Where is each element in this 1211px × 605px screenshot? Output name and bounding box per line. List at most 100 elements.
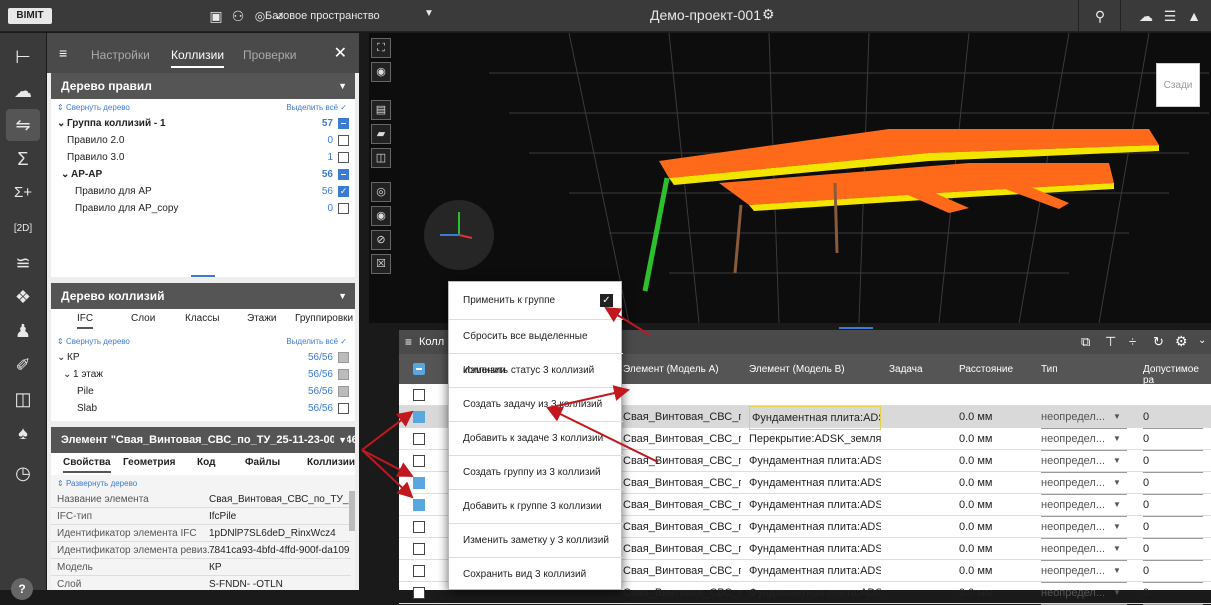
folder-icon[interactable]: ◫ xyxy=(6,383,40,415)
type-select[interactable]: неопредел... ▼ xyxy=(1041,450,1127,473)
menu-item-apply-to-group[interactable]: Применить к группе ✓ xyxy=(449,282,623,320)
eye-off-icon[interactable]: ⊘ xyxy=(371,230,391,250)
expand-tree-link[interactable]: ⇕ Развернуть дерево xyxy=(57,479,137,488)
menu-icon[interactable]: ≡ xyxy=(59,45,67,61)
menu-item-reset-selected[interactable]: Сбросить все выделенные коллизии xyxy=(449,320,623,376)
sum-plus-icon[interactable]: Σ+ xyxy=(6,177,40,209)
chevron-down-icon[interactable]: ▼ xyxy=(1113,538,1121,560)
target-icon[interactable]: ◉ xyxy=(371,62,391,82)
type-select[interactable]: неопредел... ▼ xyxy=(1041,538,1127,561)
row-checkbox[interactable] xyxy=(413,433,425,445)
menu-icon[interactable]: ≡ xyxy=(405,335,412,349)
tab-code[interactable]: Код xyxy=(197,457,215,468)
measure-icon[interactable]: ▤ xyxy=(371,100,391,120)
tree-row[interactable]: Правило для АР_copy 0 xyxy=(51,200,355,217)
menu-item-add-to-task[interactable]: Добавить к задаче 3 коллизии xyxy=(449,422,623,456)
chevron-down-icon[interactable]: ▼ xyxy=(1113,494,1121,516)
tree-row[interactable]: Правило 3.0 1 xyxy=(51,149,355,166)
refresh-icon[interactable]: ↻ xyxy=(1153,334,1164,350)
select-all-checkbox[interactable] xyxy=(413,363,425,375)
close-icon[interactable]: ✕ xyxy=(334,43,347,63)
type-select[interactable]: неопредел... ▼ xyxy=(1041,494,1127,517)
chevron-down-icon[interactable]: ▼ xyxy=(424,8,434,19)
puzzle-icon[interactable]: ❖ xyxy=(6,281,40,313)
settings-icon[interactable]: ⚙ xyxy=(1175,333,1188,350)
type-select[interactable]: неопредел... ▼ xyxy=(1041,472,1127,495)
search-icon[interactable]: ⚲ xyxy=(1092,8,1108,24)
row-checkbox[interactable] xyxy=(413,543,425,555)
chevron-down-icon[interactable]: ⌄ xyxy=(57,115,65,132)
tab-layers[interactable]: Слои xyxy=(131,313,155,324)
chevron-down-icon[interactable]: ▼ xyxy=(338,283,347,309)
settings-icon[interactable]: ⚙ xyxy=(762,6,775,23)
user-location-icon[interactable]: ♠ xyxy=(6,417,40,449)
row-checkbox[interactable] xyxy=(413,389,425,401)
tree-row-checkbox[interactable] xyxy=(338,352,349,363)
tree-row-checkbox[interactable] xyxy=(338,203,349,214)
tolerance-input[interactable]: 0 xyxy=(1143,538,1203,561)
tab-geometry[interactable]: Геометрия xyxy=(123,457,176,468)
tolerance-input[interactable]: 0 xyxy=(1143,472,1203,495)
tab-properties[interactable]: Свойства xyxy=(63,457,111,473)
tolerance-input[interactable]: 0 xyxy=(1143,428,1203,451)
type-select[interactable]: неопредел... ▼ xyxy=(1041,428,1127,451)
resize-handle[interactable] xyxy=(191,275,215,277)
tree-row-checkbox[interactable] xyxy=(338,403,349,414)
tab-settings[interactable]: Настройки xyxy=(91,48,150,62)
layers-icon[interactable]: ≌ xyxy=(6,247,40,279)
row-checkbox[interactable] xyxy=(413,499,425,511)
tolerance-input[interactable]: 0 xyxy=(1143,406,1203,429)
eye-icon[interactable]: ◉ xyxy=(371,206,391,226)
tree-row[interactable]: Правило 2.0 0 xyxy=(51,132,355,149)
select-all-link[interactable]: Выделить всё ✓ xyxy=(286,337,347,346)
column-header[interactable]: Элемент (Модель А) xyxy=(623,364,719,375)
type-select[interactable]: неопредел... ▼ xyxy=(1041,560,1127,583)
tab-ifc[interactable]: IFC xyxy=(77,313,94,329)
chevron-down-icon[interactable]: ▼ xyxy=(1113,406,1121,428)
element-header[interactable]: Элемент "Свая_Винтовая_СВС_по_ТУ_25-11-2… xyxy=(51,427,355,453)
align-icon[interactable]: ⊤ xyxy=(1105,334,1116,350)
space-selector[interactable]: Базовое пространство xyxy=(265,10,380,22)
chevron-down-icon[interactable]: ▼ xyxy=(1113,516,1121,538)
tree-row[interactable]: ⌄ АР-АР 56 xyxy=(51,166,355,183)
tab-files[interactable]: Файлы xyxy=(245,457,280,468)
split-icon[interactable]: ÷ xyxy=(1129,334,1136,349)
chevron-down-icon[interactable]: ⌄ xyxy=(61,166,69,183)
tree-row-checkbox[interactable] xyxy=(338,118,349,129)
row-checkbox[interactable] xyxy=(413,477,425,489)
close-box-icon[interactable]: ☒ xyxy=(371,254,391,274)
menu-item-change-note[interactable]: Изменить заметку у 3 коллизий xyxy=(449,524,623,558)
chevron-down-icon[interactable]: ▼ xyxy=(338,73,347,99)
row-checkbox[interactable] xyxy=(413,587,425,599)
tab-classes[interactable]: Классы xyxy=(185,313,219,324)
rules-tree-header[interactable]: Дерево правил ▼ xyxy=(51,73,355,99)
sum-icon[interactable]: Σ xyxy=(6,143,40,175)
tab-checks[interactable]: Проверки xyxy=(243,48,297,62)
tree-row[interactable]: ⌄ КР 56/56 xyxy=(51,349,355,366)
collapse-tree-link[interactable]: ⇕ Свернуть дерево xyxy=(57,103,130,112)
column-header[interactable]: Тип xyxy=(1041,364,1058,375)
tree-row-checkbox[interactable] xyxy=(338,386,349,397)
column-header[interactable]: Задача xyxy=(889,364,923,375)
briefcase-icon[interactable]: ▣ xyxy=(208,8,224,24)
cloud-icon[interactable]: ☁ xyxy=(6,75,40,107)
menu-item-save-view[interactable]: Сохранить вид 3 коллизий xyxy=(449,558,623,592)
tab-groupings[interactable]: Группировки xyxy=(295,313,353,324)
column-header[interactable]: Элемент (Модель В) xyxy=(749,364,845,375)
tree-row-checkbox[interactable] xyxy=(338,135,349,146)
chevron-down-icon[interactable]: ⌄ xyxy=(57,349,65,366)
chevron-down-icon[interactable]: ⌄ xyxy=(1198,335,1206,346)
list-icon[interactable]: ☰ xyxy=(1162,8,1178,24)
tolerance-input[interactable]: 0 xyxy=(1143,582,1203,605)
collisions-icon[interactable]: ⇋ xyxy=(6,109,40,141)
focus-icon[interactable]: ◎ xyxy=(371,182,391,202)
expand-icon[interactable]: ⛶ xyxy=(371,38,391,58)
tree-row-checkbox[interactable] xyxy=(338,369,349,380)
copy-icon[interactable]: ⧉ xyxy=(1081,334,1090,350)
chevron-down-icon[interactable]: ▼ xyxy=(1113,472,1121,494)
help-button[interactable]: ? xyxy=(11,578,33,600)
3d-viewport[interactable] xyxy=(369,33,1211,329)
tolerance-input[interactable]: 0 xyxy=(1143,516,1203,539)
clock-icon[interactable]: ◷ xyxy=(6,457,40,489)
2d-icon[interactable]: [2D] xyxy=(6,213,40,245)
